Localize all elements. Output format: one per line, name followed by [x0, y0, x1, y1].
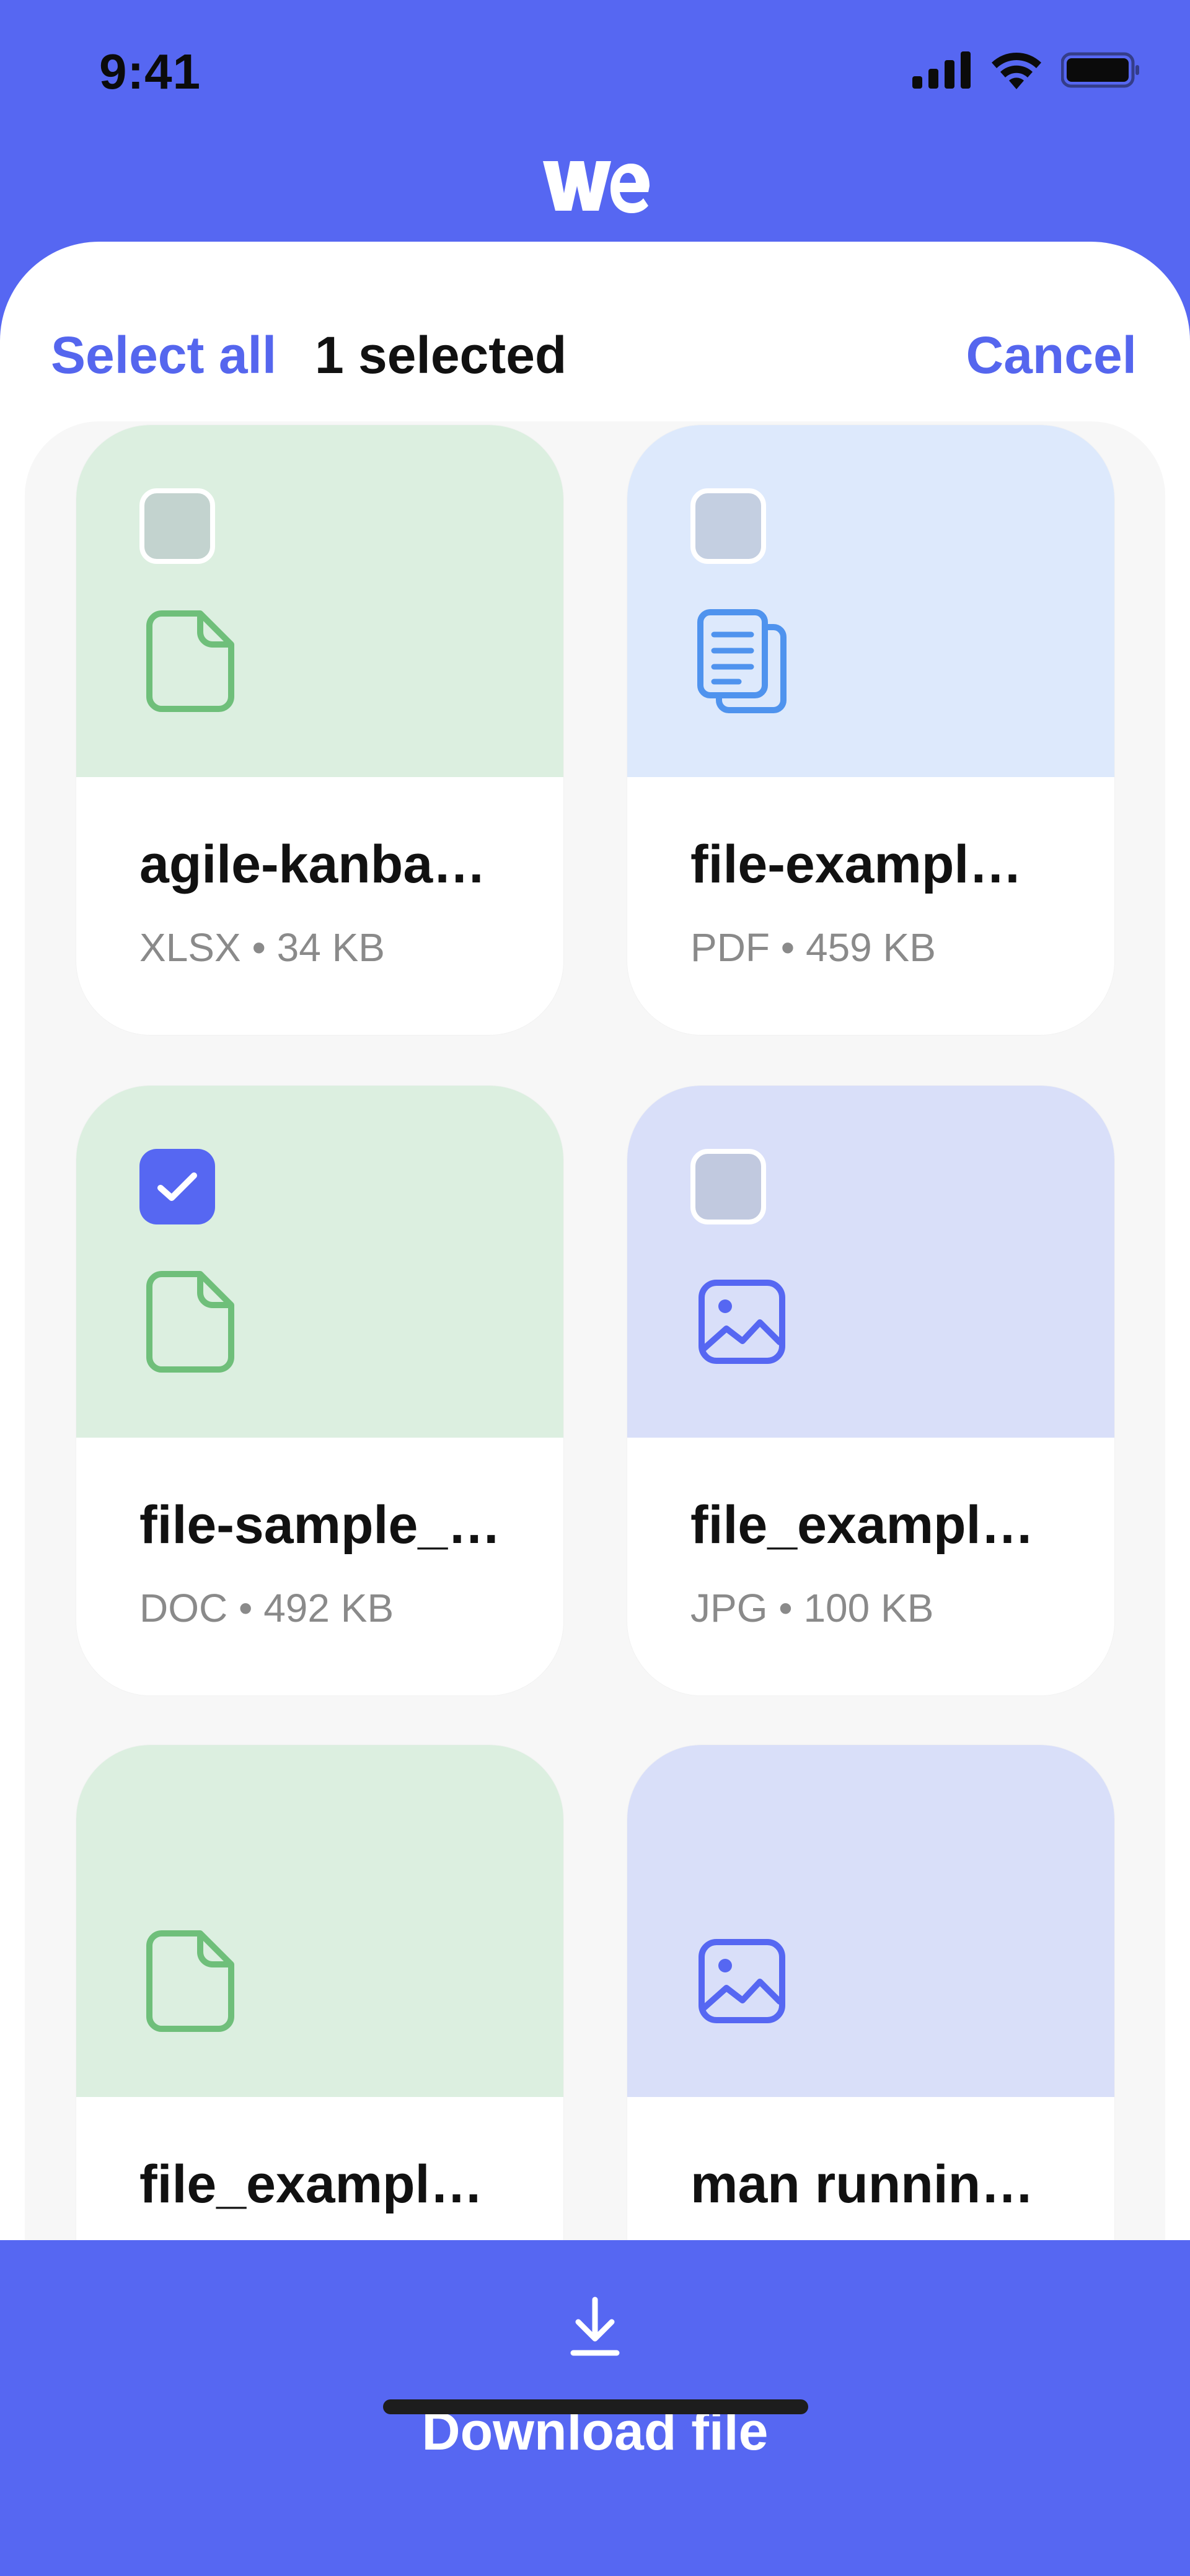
- document-icon: [146, 1271, 234, 1373]
- file-meta: JPG • 100 KB: [690, 1586, 934, 1630]
- file-card-thumbnail: [627, 1745, 1114, 2097]
- file-checkbox[interactable]: [690, 1149, 766, 1224]
- file-name: file_exampl…: [139, 2155, 483, 2214]
- file-card-thumbnail: [76, 1745, 563, 2097]
- file-name: file-exampl…: [690, 835, 1023, 894]
- file-card-thumbnail: [76, 1086, 563, 1438]
- file-card[interactable]: file-exampl… PDF • 459 KB: [627, 425, 1114, 1035]
- file-checkbox[interactable]: [139, 488, 215, 564]
- file-name: file-sample_…: [139, 1495, 501, 1555]
- file-card[interactable]: file_exampl… JPG • 100 KB: [627, 1086, 1114, 1695]
- cellular-signal-icon: [912, 51, 971, 89]
- image-icon: [699, 1939, 785, 2023]
- wetransfer-logo: [543, 161, 650, 213]
- wifi-icon: [992, 53, 1041, 89]
- file-card-thumbnail: [76, 425, 563, 777]
- file-meta: DOC • 492 KB: [139, 1586, 394, 1630]
- document-icon: [146, 610, 234, 712]
- file-meta: PDF • 459 KB: [690, 925, 936, 970]
- selected-count: 1 selected: [315, 326, 567, 384]
- document-icon: [146, 1930, 234, 2032]
- file-meta: XLSX • 34 KB: [139, 925, 385, 970]
- image-icon: [699, 1280, 785, 1364]
- home-indicator: [383, 2399, 808, 2414]
- pdf-pages-icon: [697, 609, 787, 713]
- download-file-button[interactable]: Download file: [347, 2277, 843, 2476]
- download-arrow-icon: [570, 2297, 620, 2356]
- file-selection-sheet: Select all 1 selected Cancel agile-kanba…: [0, 242, 1190, 2336]
- file-name: agile-kanba…: [139, 835, 487, 894]
- cancel-button[interactable]: Cancel: [966, 325, 1137, 385]
- file-card[interactable]: agile-kanba… XLSX • 34 KB: [76, 425, 563, 1035]
- select-all-button[interactable]: Select all: [51, 325, 276, 385]
- file-name: man runnin…: [690, 2155, 1034, 2214]
- file-card-thumbnail: [627, 425, 1114, 777]
- checkmark-icon: [157, 1172, 197, 1201]
- status-time: 9:41: [99, 44, 201, 99]
- selection-header: Select all 1 selected Cancel: [0, 242, 1190, 428]
- file-checkbox[interactable]: [690, 488, 766, 564]
- battery-icon: [1061, 52, 1139, 88]
- status-icons: [912, 51, 1140, 89]
- file-name: file_exampl…: [690, 1495, 1034, 1555]
- status-bar: 9:41: [0, 0, 1190, 143]
- file-card[interactable]: file-sample_… DOC • 492 KB: [76, 1086, 563, 1695]
- file-checkbox-checked[interactable]: [139, 1149, 215, 1224]
- file-card-thumbnail: [627, 1086, 1114, 1438]
